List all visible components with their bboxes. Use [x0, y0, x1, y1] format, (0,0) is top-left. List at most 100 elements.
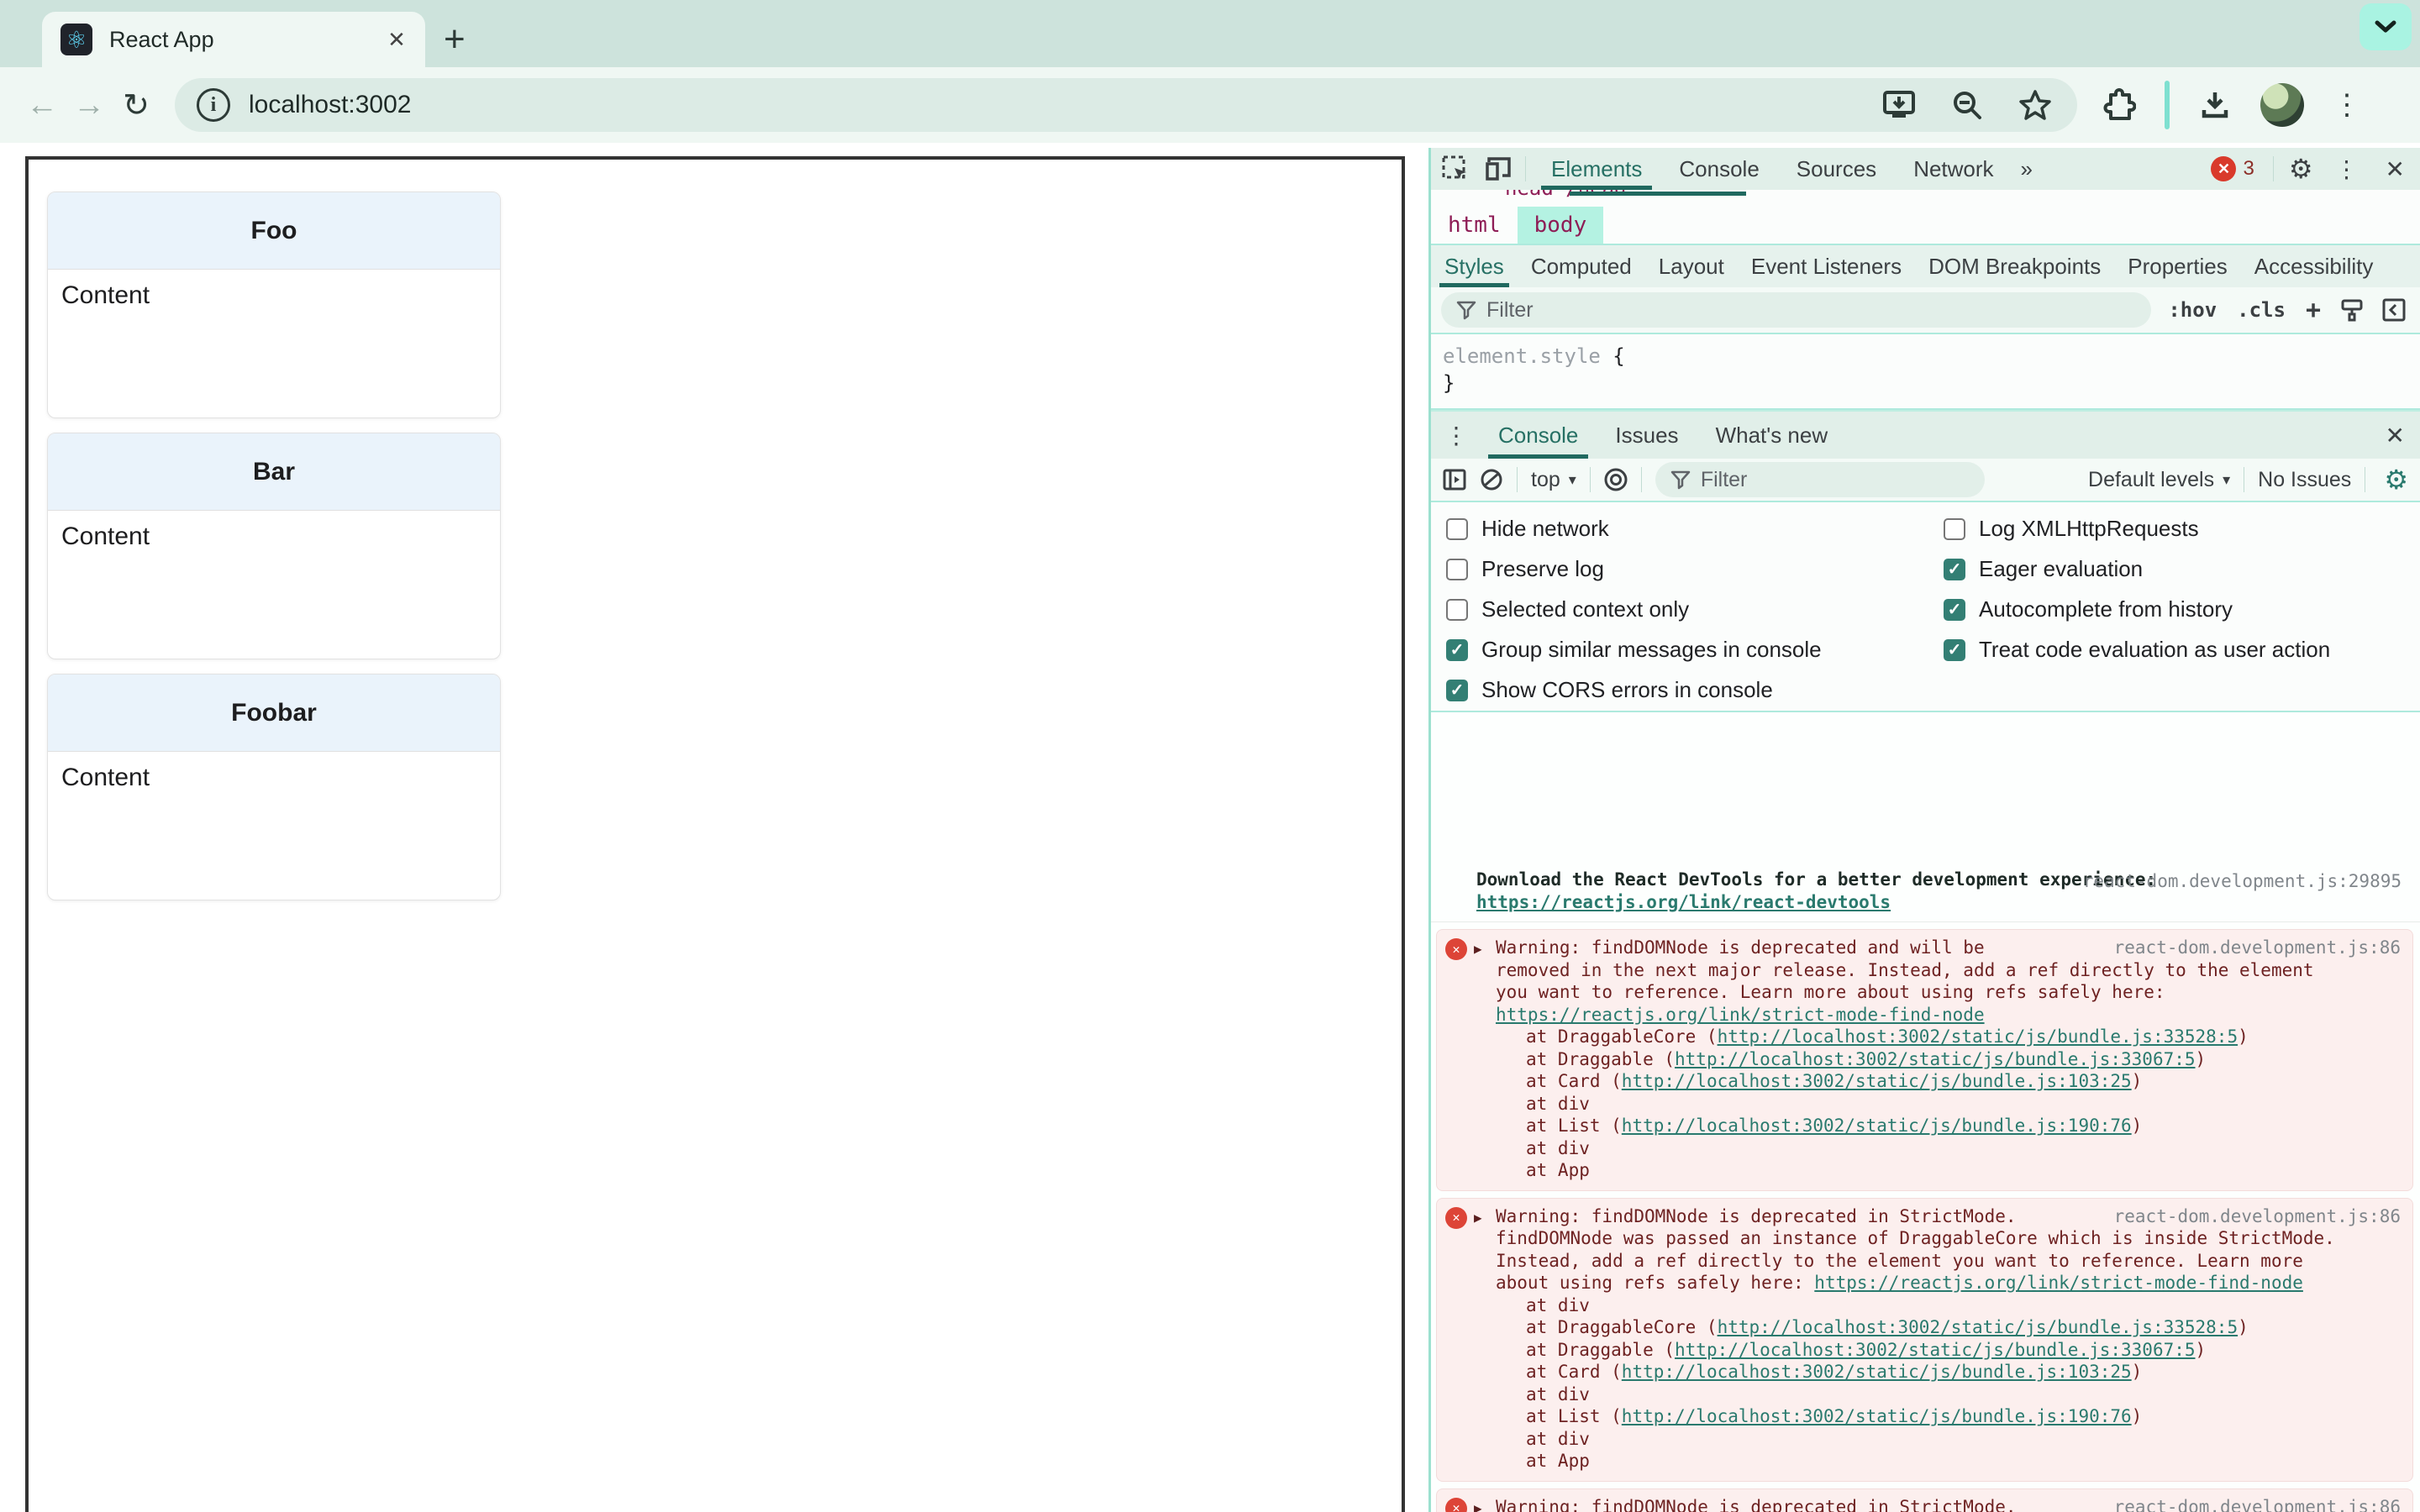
device-toolbar-icon[interactable] [1480, 152, 1518, 186]
forward-button[interactable]: → [66, 81, 113, 129]
elements-tree-clipped-row: head /head [1431, 190, 2420, 207]
sidebar-tab-computed[interactable]: Computed [1518, 245, 1645, 287]
checkbox-treat-code-evaluation-as-user-action[interactable]: ✓ [1944, 638, 1965, 661]
checkbox-preserve-log[interactable] [1446, 558, 1468, 580]
console-setting: ✓ Eager evaluation [1944, 556, 2330, 582]
stack-frame-link[interactable]: http://localhost:3002/static/js/bundle.j… [1622, 1362, 2132, 1382]
styles-filter-input[interactable]: Filter [1441, 292, 2152, 328]
checkbox-log-xmlhttprequests[interactable] [1944, 517, 1965, 540]
more-tabs-icon[interactable]: » [2012, 156, 2041, 182]
downloads-icon[interactable] [2198, 88, 2232, 122]
stack-frame-link[interactable]: http://localhost:3002/static/js/bundle.j… [1622, 1116, 2132, 1136]
sidebar-tab-accessibility[interactable]: Accessibility [2241, 245, 2387, 287]
drawer-tab-console[interactable]: Console [1480, 412, 1597, 459]
computed-panel-toggle-icon[interactable] [2381, 297, 2407, 323]
console-warning-message: ✕ ▶ react-dom.development.js:86 Warning: fi… [1436, 1488, 2413, 1512]
log-levels-selector[interactable]: Default levels ▾ [2081, 468, 2237, 492]
stack-frame-link[interactable]: http://localhost:3002/static/js/bundle.j… [1675, 1049, 2196, 1069]
expand-triangle-icon[interactable]: ▶ [1474, 1498, 1482, 1512]
message-line: react-dom.development.js:86 Warning: find… [1496, 1205, 2401, 1228]
extensions-puzzle-icon[interactable] [2099, 87, 2136, 123]
devtools-close-icon[interactable]: ✕ [2370, 155, 2420, 183]
window-chevron-button[interactable] [2360, 3, 2412, 50]
create-live-expression-icon[interactable] [1597, 463, 1634, 496]
console-message-link[interactable]: https://reactjs.org/link/strict-mode-fin… [1814, 1273, 2303, 1293]
console-setting: Selected context only [1446, 596, 1944, 622]
tab-strip: ⚛ React App ✕ + [0, 0, 2420, 67]
console-sidebar-icon[interactable] [1436, 463, 1473, 496]
devtools-tab-console[interactable]: Console [1660, 148, 1777, 190]
checkbox-show-cors-errors-in-console[interactable]: ✓ [1446, 679, 1468, 701]
new-tab-button[interactable]: + [444, 18, 466, 60]
devtools-tab-elements[interactable]: Elements [1533, 148, 1660, 190]
clear-console-icon[interactable] [1473, 463, 1510, 496]
message-source-link[interactable]: react-dom.development.js:86 [2114, 1496, 2401, 1512]
stack-frame: at List (http://localhost:3002/static/js… [1526, 1406, 2143, 1426]
stack-frame-link[interactable]: http://localhost:3002/static/js/bundle.j… [1622, 1406, 2132, 1426]
devtools-menu-icon[interactable]: ⋮ [2335, 155, 2359, 183]
bookmark-star-icon[interactable] [2018, 89, 2052, 121]
error-circle-icon: ✕ [1445, 938, 1467, 960]
back-button[interactable]: ← [18, 81, 66, 129]
reload-button[interactable]: ↻ [113, 81, 160, 129]
stack-frame-link[interactable]: http://localhost:3002/static/js/bundle.j… [1718, 1026, 2238, 1047]
console-settings-icon[interactable]: ⚙ [2384, 464, 2408, 496]
devtools-main-tabs: Elements Console Sources Network [1533, 148, 2012, 190]
tab-close-icon[interactable]: ✕ [380, 23, 413, 56]
message-source-link[interactable]: react-dom.development.js:86 [2114, 1205, 2401, 1228]
console-filter-input[interactable]: Filter [1655, 462, 1985, 497]
issues-counter[interactable]: No Issues [2251, 468, 2358, 492]
checkbox-autocomplete-from-history[interactable]: ✓ [1944, 598, 1965, 621]
message-source-link[interactable]: react-dom.development.js:86 [2114, 937, 2401, 959]
browser-menu-icon[interactable]: ⋮ [2333, 88, 2361, 122]
breadcrumb-html[interactable]: html [1431, 207, 1518, 244]
address-bar[interactable]: i localhost:3002 [175, 78, 2077, 132]
new-style-rule-button[interactable]: + [2306, 296, 2321, 325]
cls-button[interactable]: .cls [2237, 298, 2286, 322]
element-style-block[interactable]: element.style { } [1431, 334, 2420, 410]
checkbox-hide-network[interactable] [1446, 517, 1468, 540]
stack-frame-link[interactable]: http://localhost:3002/static/js/bundle.j… [1718, 1317, 2238, 1337]
filter-funnel-icon [1670, 470, 1691, 490]
browser-tab[interactable]: ⚛ React App ✕ [42, 12, 425, 67]
expand-triangle-icon[interactable]: ▶ [1474, 938, 1482, 961]
card-header-drag-handle[interactable]: Foo [48, 192, 500, 270]
profile-avatar[interactable] [2260, 83, 2304, 127]
drawer-close-icon[interactable]: ✕ [2370, 422, 2420, 449]
sidebar-tab-event-listeners[interactable]: Event Listeners [1738, 245, 1915, 287]
expand-triangle-icon[interactable]: ▶ [1474, 1207, 1482, 1230]
console-message-link[interactable]: https://reactjs.org/link/strict-mode-fin… [1496, 1005, 1985, 1025]
install-app-icon[interactable] [1882, 90, 1916, 120]
react-favicon-icon: ⚛ [60, 24, 92, 55]
zoom-out-icon[interactable] [1951, 89, 1983, 121]
checkbox-eager-evaluation[interactable]: ✓ [1944, 558, 1965, 580]
console-message-link[interactable]: https://reactjs.org/link/react-devtools [1476, 892, 1891, 912]
checkbox-group-similar-messages-in-console[interactable]: ✓ [1446, 638, 1468, 661]
drawer-tab-issues[interactable]: Issues [1597, 412, 1697, 459]
styles-filter-placeholder: Filter [1486, 297, 1534, 322]
breadcrumb-body[interactable]: body [1517, 207, 1604, 244]
hov-button[interactable]: :hov [2168, 298, 2217, 322]
drawer-tab-what-s-new[interactable]: What's new [1697, 412, 1847, 459]
sidebar-tab-dom-breakpoints[interactable]: DOM Breakpoints [1915, 245, 2114, 287]
inspect-element-icon[interactable] [1436, 152, 1475, 186]
tab-title: React App [109, 26, 214, 52]
sidebar-tab-layout[interactable]: Layout [1645, 245, 1738, 287]
devtools-settings-icon[interactable]: ⚙ [2289, 153, 2313, 185]
devtools-tab-network[interactable]: Network [1895, 148, 2012, 190]
devtools-tab-sources[interactable]: Sources [1778, 148, 1895, 190]
stack-frame-link[interactable]: http://localhost:3002/static/js/bundle.j… [1622, 1071, 2132, 1091]
stack-frame-link[interactable]: http://localhost:3002/static/js/bundle.j… [1675, 1340, 2196, 1360]
site-info-icon[interactable]: i [197, 88, 230, 122]
error-badge-icon[interactable]: ✕ [2211, 156, 2237, 181]
rendering-emulation-icon[interactable] [2339, 297, 2365, 323]
card-header-drag-handle[interactable]: Foobar [48, 675, 500, 752]
message-source-link[interactable]: react-dom.development.js:29895 [2083, 870, 2402, 893]
card-header-drag-handle[interactable]: Bar [48, 433, 500, 511]
checkbox-selected-context-only[interactable] [1446, 598, 1468, 621]
drawer-menu-icon[interactable]: ⋮ [1444, 422, 1468, 449]
console-context-selector[interactable]: top ▾ [1524, 468, 1583, 492]
sidebar-tab-properties[interactable]: Properties [2114, 245, 2241, 287]
console-info-message: react-dom.development.js:29895 Download t… [1431, 864, 2420, 922]
sidebar-tab-styles[interactable]: Styles [1431, 245, 1518, 287]
